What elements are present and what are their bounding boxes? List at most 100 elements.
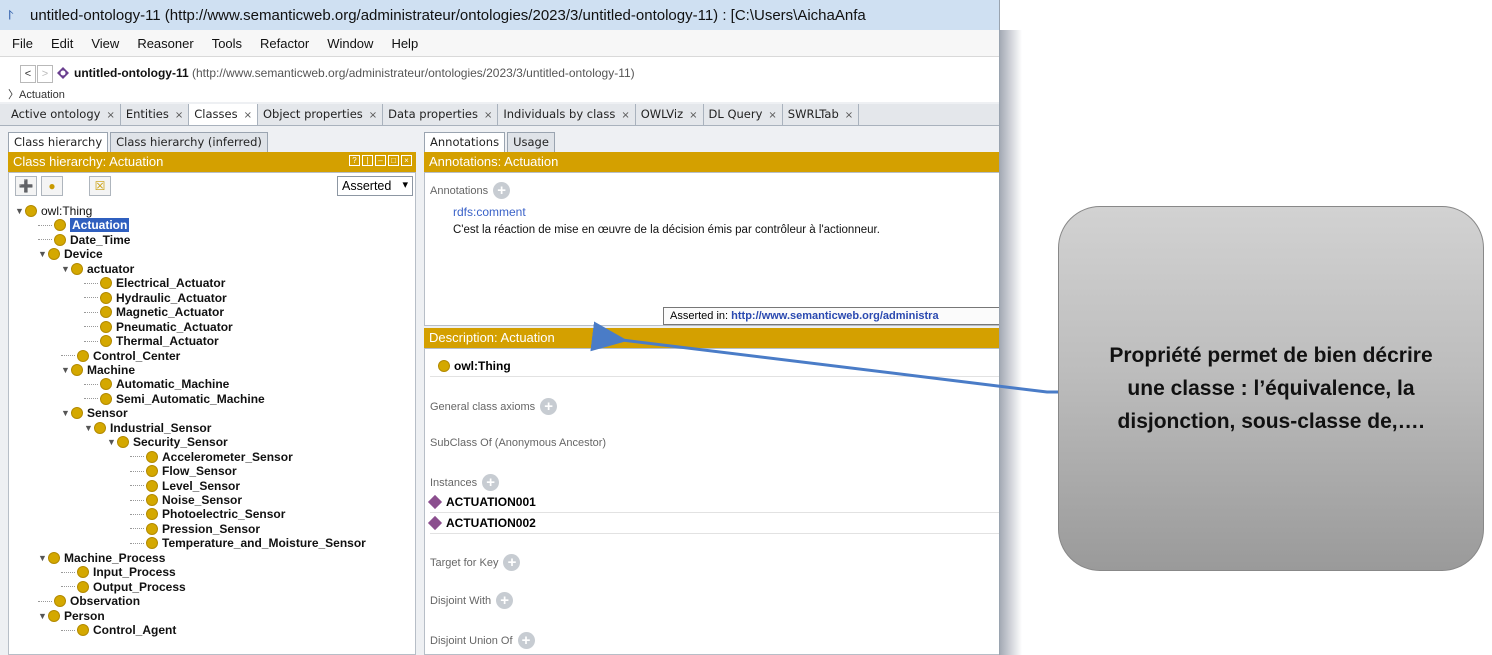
add-sibling-class-icon[interactable]: ● (41, 176, 63, 196)
tree-node[interactable]: Input_Process (61, 565, 176, 579)
tab-object-properties[interactable]: Object properties × (258, 104, 384, 125)
tree-node[interactable]: ▼ Security_Sensor (107, 435, 228, 449)
menu-tools[interactable]: Tools (212, 36, 242, 51)
close-icon[interactable]: × (369, 110, 377, 121)
tree-node[interactable]: Accelerometer_Sensor (130, 450, 293, 464)
forward-button[interactable]: > (37, 65, 53, 83)
expand-toggle-icon[interactable]: ▼ (61, 408, 71, 418)
tab-dl-query[interactable]: DL Query × (704, 104, 783, 125)
add-disjoint-union-icon[interactable]: + (517, 632, 535, 649)
close-icon[interactable]: × (621, 110, 629, 121)
tree-node[interactable]: Control_Agent (61, 623, 176, 637)
close-icon[interactable]: × (845, 110, 853, 121)
add-subclass-icon[interactable]: ➕ (15, 176, 37, 196)
tree-node[interactable]: ▼ Machine_Process (38, 551, 165, 565)
class-label: actuator (87, 261, 135, 276)
expand-toggle-icon[interactable]: ▼ (38, 611, 48, 621)
tab-owlviz[interactable]: OWLViz × (636, 104, 704, 125)
tree-node[interactable]: Output_Process (61, 580, 186, 594)
asserted-in-link[interactable]: http://www.semanticweb.org/administra (731, 310, 938, 322)
class-icon (48, 609, 60, 622)
tab-individuals-by-class[interactable]: Individuals by class × (498, 104, 636, 125)
add-disjoint-icon[interactable]: + (496, 592, 514, 609)
delete-class-icon[interactable]: ☒ (89, 176, 111, 196)
tree-node[interactable]: Magnetic_Actuator (84, 305, 224, 319)
maximize-icon[interactable]: □ (388, 155, 399, 166)
annotation-property[interactable]: rdfs:comment (453, 205, 526, 219)
breadcrumb-item[interactable]: Actuation (19, 89, 65, 101)
class-icon (71, 262, 83, 275)
menu-file[interactable]: File (12, 36, 33, 51)
asserted-in-tooltip: Asserted in: http://www.semanticweb.org/… (663, 307, 999, 325)
tree-node[interactable]: ▼ Industrial_Sensor (84, 421, 211, 435)
tree-connector (61, 571, 75, 573)
tree-node[interactable]: ▼ Machine (61, 363, 135, 377)
tab-class-hierarchy-inferred[interactable]: Class hierarchy (inferred) (110, 132, 268, 152)
tree-node[interactable]: Pneumatic_Actuator (84, 320, 233, 334)
close-view-icon[interactable]: × (401, 155, 412, 166)
tree-node[interactable]: Electrical_Actuator (84, 276, 225, 290)
instance-row[interactable]: ACTUATION002 (427, 515, 536, 531)
expand-toggle-icon[interactable]: ▼ (84, 423, 94, 433)
menu-view[interactable]: View (91, 36, 119, 51)
close-icon[interactable]: × (484, 110, 492, 121)
split-horizontal-icon[interactable]: – (375, 155, 386, 166)
split-vertical-icon[interactable]: | (362, 155, 373, 166)
back-button[interactable]: < (20, 65, 36, 83)
tree-node[interactable]: Semi_Automatic_Machine (84, 392, 265, 406)
close-icon[interactable]: × (244, 110, 252, 121)
menu-reasoner[interactable]: Reasoner (137, 36, 193, 51)
tree-node[interactable]: Flow_Sensor (130, 464, 237, 478)
close-icon[interactable]: × (768, 110, 776, 121)
superclass-row[interactable]: owl:Thing (438, 359, 511, 373)
tree-node[interactable]: ▼ Person (38, 609, 105, 623)
tab-classes[interactable]: Classes × (189, 104, 258, 125)
add-instance-icon[interactable]: + (482, 474, 500, 491)
help-icon[interactable]: ? (349, 155, 360, 166)
tree-node[interactable]: Temperature_and_Moisture_Sensor (130, 536, 366, 550)
expand-toggle-icon[interactable]: ▼ (38, 249, 48, 259)
tree-node[interactable]: Photoelectric_Sensor (130, 507, 285, 521)
menu-edit[interactable]: Edit (51, 36, 73, 51)
tree-node[interactable]: Control_Center (61, 349, 180, 363)
add-key-icon[interactable]: + (503, 554, 521, 571)
instance-row[interactable]: ACTUATION001 (427, 494, 536, 510)
close-icon[interactable]: × (175, 110, 183, 121)
tree-node[interactable]: Date_Time (38, 233, 130, 247)
breadcrumb[interactable]: 〉Actuation (8, 86, 65, 102)
tab-annotations[interactable]: Annotations (424, 132, 506, 152)
tree-node[interactable]: Hydraulic_Actuator (84, 291, 227, 305)
expand-toggle-icon[interactable]: ▼ (61, 264, 71, 274)
tree-node[interactable]: Observation (38, 594, 140, 608)
tree-node[interactable]: Level_Sensor (130, 479, 240, 493)
hierarchy-mode-dropdown[interactable]: Asserted ▾ (337, 176, 413, 196)
tab-entities[interactable]: Entities × (121, 104, 190, 125)
menu-refactor[interactable]: Refactor (260, 36, 309, 51)
tree-node[interactable]: Automatic_Machine (84, 377, 229, 391)
tab-active-ontology[interactable]: Active ontology × (6, 104, 121, 125)
tab-swrltab[interactable]: SWRLTab × (783, 104, 860, 125)
close-icon[interactable]: × (106, 110, 114, 121)
add-general-axiom-icon[interactable]: + (540, 398, 558, 415)
expand-toggle-icon[interactable]: ▼ (107, 437, 117, 447)
tree-node[interactable]: ▼ Sensor (61, 406, 128, 420)
menu-window[interactable]: Window (327, 36, 373, 51)
tree-node[interactable]: ▼ actuator (61, 262, 134, 276)
tree-node[interactable]: ▼ owl:Thing (15, 204, 92, 218)
expand-toggle-icon[interactable]: ▼ (38, 553, 48, 563)
close-icon[interactable]: × (689, 110, 697, 121)
tab-usage[interactable]: Usage (507, 132, 555, 152)
tree-node[interactable]: ▼ Device (38, 247, 103, 261)
add-annotation-icon[interactable]: + (493, 182, 511, 199)
tab-class-hierarchy[interactable]: Class hierarchy (8, 132, 109, 152)
tree-node[interactable]: Pression_Sensor (130, 522, 260, 536)
expand-toggle-icon[interactable]: ▼ (61, 365, 71, 375)
tree-node[interactable]: Actuation (38, 218, 130, 233)
class-icon (438, 360, 450, 372)
individual-icon (427, 494, 443, 510)
tree-node[interactable]: Noise_Sensor (130, 493, 242, 507)
expand-toggle-icon[interactable]: ▼ (15, 206, 25, 216)
tree-node[interactable]: Thermal_Actuator (84, 334, 219, 348)
menu-help[interactable]: Help (391, 36, 418, 51)
tab-data-properties[interactable]: Data properties × (383, 104, 499, 125)
